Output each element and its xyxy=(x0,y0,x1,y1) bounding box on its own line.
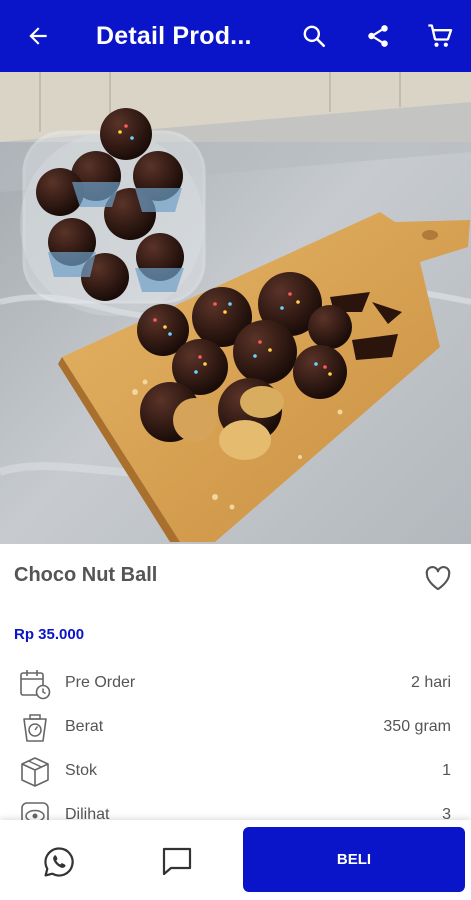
whatsapp-button[interactable] xyxy=(40,843,78,881)
info-label: Stok xyxy=(65,762,98,779)
info-value: 2 hari xyxy=(410,674,451,691)
info-value: 1 xyxy=(442,762,451,779)
chat-button[interactable] xyxy=(158,842,196,880)
scale-icon xyxy=(23,714,47,742)
share-button[interactable] xyxy=(362,20,394,52)
calendar-clock-icon xyxy=(20,670,51,700)
info-label: Berat xyxy=(65,718,104,735)
page-title: Detail Prod... xyxy=(96,22,252,50)
product-price: Rp 35.000 xyxy=(14,626,85,643)
product-image[interactable] xyxy=(0,72,471,544)
cart-icon xyxy=(428,24,453,47)
search-button[interactable] xyxy=(298,20,330,52)
product-name: Choco Nut Ball xyxy=(14,564,158,586)
whatsapp-icon xyxy=(44,847,74,877)
info-label: Pre Order xyxy=(65,674,136,691)
back-button[interactable] xyxy=(22,20,54,52)
info-row-stock: Stok 1 xyxy=(0,753,471,793)
search-icon xyxy=(303,25,326,48)
box-icon xyxy=(21,757,49,787)
product-photo xyxy=(0,72,471,544)
buy-button[interactable]: BELI xyxy=(243,827,465,892)
share-icon xyxy=(368,25,388,47)
bottom-action-bar: BELI xyxy=(0,820,471,900)
info-value: 350 gram xyxy=(383,718,451,735)
cart-button[interactable] xyxy=(424,20,456,52)
back-arrow-icon xyxy=(29,27,47,45)
info-row-weight: Berat 350 gram xyxy=(0,709,471,749)
info-row-preorder: Pre Order 2 hari xyxy=(0,665,471,705)
heart-icon xyxy=(425,566,451,591)
app-bar: Detail Prod... xyxy=(0,0,471,72)
favorite-button[interactable] xyxy=(422,563,454,593)
chat-icon xyxy=(162,847,192,876)
